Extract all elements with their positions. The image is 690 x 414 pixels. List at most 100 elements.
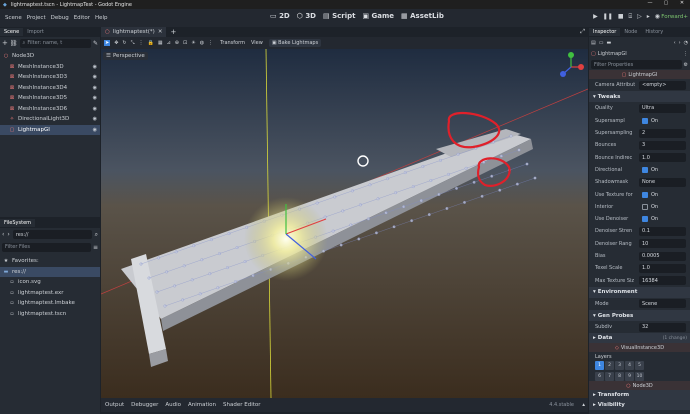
layer-cell[interactable]: 10 <box>635 371 644 381</box>
file-item-lmbake[interactable]: ▫ lightmaptest.lmbake <box>0 298 100 309</box>
search-icon[interactable]: ⌕ <box>95 231 98 239</box>
object-menu-icon[interactable]: ⋮ <box>683 51 688 57</box>
renderer-select[interactable]: Forward+ <box>661 14 688 20</box>
object-history-icon[interactable]: ◔ <box>684 40 688 46</box>
prop-value[interactable]: On <box>639 215 686 224</box>
scale-tool-icon[interactable]: ⤡ <box>131 40 135 46</box>
prop-use-denoiser[interactable]: Use Denoiser On <box>589 213 690 225</box>
new-resource-icon[interactable]: ▤ <box>591 40 596 46</box>
visibility-eye-icon[interactable]: ◉ <box>93 95 97 101</box>
play-scene-icon[interactable]: ▷ <box>637 13 642 21</box>
select-tool-icon[interactable]: ➤ <box>104 40 111 46</box>
group-icon[interactable]: ▦ <box>158 40 163 46</box>
prop-shadowmask[interactable]: Shadowmask None <box>589 176 690 188</box>
bottom-tab-audio[interactable]: Audio <box>165 402 181 408</box>
prop-environment-mode[interactable]: Mode Scene <box>589 298 690 310</box>
bake-lightmaps-button[interactable]: ▣ Bake Lightmaps <box>268 39 322 47</box>
remote-debug-icon[interactable]: ⌸ <box>629 13 633 21</box>
sun-preview-icon[interactable]: ☀ <box>191 40 195 46</box>
env-preview-icon[interactable]: ◍ <box>200 40 204 46</box>
distraction-free-icon[interactable]: ⤢ <box>580 28 585 36</box>
file-item-tscn[interactable]: ▫ lightmaptest.tscn <box>0 309 100 320</box>
save-icon[interactable]: ▬ <box>606 40 611 46</box>
tab-scene[interactable]: Scene <box>0 28 24 36</box>
prop-value[interactable]: 10 <box>639 239 686 249</box>
transform-menu[interactable]: Transform <box>220 40 245 46</box>
visibility-eye-icon[interactable]: ◉ <box>93 106 97 112</box>
layer-cell[interactable]: 3 <box>615 361 624 371</box>
layer-cell[interactable]: 5 <box>635 361 644 371</box>
workspace-script[interactable]: ▤ Script <box>323 12 355 20</box>
workspace-game[interactable]: ▣ Game <box>362 12 394 20</box>
prop-value[interactable]: On <box>639 116 686 125</box>
tab-history[interactable]: History <box>641 28 667 36</box>
prop-subdiv[interactable]: Subdiv 32 <box>589 321 690 333</box>
play-custom-icon[interactable]: ▸ <box>647 13 650 21</box>
tree-item-lightmapgi[interactable]: ▢ LightmapGI ◉ <box>0 124 100 135</box>
layer-cell[interactable]: 9 <box>625 371 634 381</box>
prop-value[interactable]: On <box>639 165 686 174</box>
filter-properties-input[interactable]: Filter Properties <box>591 60 682 69</box>
prop-value[interactable]: 16384 <box>639 276 686 286</box>
rotate-tool-icon[interactable]: ↻ <box>122 40 126 46</box>
ruler-icon[interactable]: ⊿ <box>167 40 171 46</box>
prop-bounces[interactable]: Bounces 3 <box>589 139 690 151</box>
viewport-3d[interactable]: ☰ Perspective <box>101 49 588 398</box>
prop-value[interactable]: <empty> <box>639 80 686 90</box>
prop-value[interactable]: Ultra <box>639 103 686 113</box>
prop-value[interactable]: 0.1 <box>639 226 686 236</box>
layer-cell[interactable]: 1 <box>595 361 604 371</box>
add-tab-icon[interactable]: + <box>170 28 176 36</box>
close-button[interactable]: ✕ <box>674 0 690 6</box>
prop-interior[interactable]: Interior On <box>589 201 690 213</box>
favorites-item[interactable]: ★ Favorites: <box>0 256 100 267</box>
filter-files-input[interactable]: Filter Files <box>2 242 91 252</box>
history-forward-icon[interactable]: › <box>679 40 681 46</box>
menu-project[interactable]: Project <box>27 15 46 21</box>
visibility-eye-icon[interactable]: ◉ <box>93 64 97 70</box>
checkbox-checked-icon[interactable] <box>642 216 648 223</box>
minimize-button[interactable]: — <box>642 0 658 6</box>
workspace-3d[interactable]: ⬡ 3D <box>297 12 316 20</box>
prop-value[interactable]: 2 <box>639 128 686 138</box>
bottom-tab-animation[interactable]: Animation <box>188 402 216 408</box>
tree-item-meshinstance3d[interactable]: ⊠ MeshInstance3D ◉ <box>0 62 100 73</box>
tree-item-meshinstance3d3[interactable]: ⊠ MeshInstance3D3 ◉ <box>0 72 100 83</box>
layer-cell[interactable]: 7 <box>605 371 614 381</box>
section-transform[interactable]: ▸ Transform <box>589 390 690 401</box>
pause-icon[interactable]: ❚❚ <box>603 13 613 21</box>
checkbox-checked-icon[interactable] <box>642 166 648 173</box>
menu-scene[interactable]: Scene <box>5 15 22 21</box>
menu-help[interactable]: Help <box>95 15 108 21</box>
visibility-eye-icon[interactable]: ◉ <box>93 74 97 80</box>
movie-icon[interactable]: ◉ <box>655 13 660 21</box>
script-icon[interactable]: ✎ <box>93 40 98 47</box>
prop-max-texture-siz[interactable]: Max Texture Siz 16384 <box>589 274 690 286</box>
path-field[interactable]: res:// <box>12 230 92 239</box>
section-gen-probes[interactable]: ▾ Gen Probes <box>589 310 690 322</box>
file-item-res[interactable]: ▬ res:// <box>0 266 100 277</box>
prop-value[interactable]: 1.0 <box>639 153 686 163</box>
prop-use-texture-for[interactable]: Use Texture for On <box>589 188 690 200</box>
section-visibility[interactable]: ▸ Visibility <box>589 400 690 411</box>
workspace-2d[interactable]: ▭ 2D <box>270 12 290 20</box>
checkbox-checked-icon[interactable] <box>642 117 648 124</box>
workspace-assetlib[interactable]: ▦ AssetLib <box>401 12 444 20</box>
prop-denoiser-stren[interactable]: Denoiser Stren 0.1 <box>589 225 690 237</box>
tree-item-meshinstance3d5[interactable]: ⊠ MeshInstance3D5 ◉ <box>0 93 100 104</box>
tree-item-node3d[interactable]: ○ Node3D <box>0 51 100 62</box>
prop-texel-scale[interactable]: Texel Scale 1.0 <box>589 262 690 274</box>
snap-icon[interactable]: ⊡ <box>183 40 187 46</box>
visibility-eye-icon[interactable]: ◉ <box>93 85 97 91</box>
prop-value[interactable]: 0.0005 <box>639 251 686 261</box>
forward-icon[interactable]: › <box>7 231 9 238</box>
prop-bounce-indirec[interactable]: Bounce Indirec 1.0 <box>589 151 690 163</box>
prop-quality[interactable]: Quality Ultra <box>589 102 690 114</box>
back-icon[interactable]: ‹ <box>2 231 4 238</box>
file-item-icon-svg[interactable]: ▫ icon.svg <box>0 277 100 288</box>
checkbox-checked-icon[interactable] <box>642 191 648 198</box>
prop-value[interactable]: On <box>639 202 686 211</box>
more-icon[interactable]: ⋮ <box>208 40 213 46</box>
bottom-tab-output[interactable]: Output <box>105 402 124 408</box>
prop-supersampl[interactable]: Supersampl On <box>589 115 690 127</box>
